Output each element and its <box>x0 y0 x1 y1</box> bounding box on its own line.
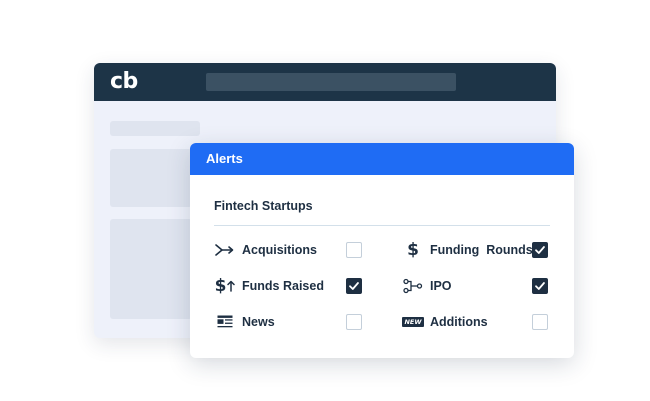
news-checkbox[interactable] <box>346 314 362 330</box>
alert-item-acquisitions: Acquisitions <box>214 240 384 260</box>
dollar-up-arrow-icon: $ <box>214 276 236 296</box>
funds-raised-checkbox[interactable] <box>346 278 362 294</box>
newspaper-icon <box>214 312 236 332</box>
alert-item-news: News <box>214 312 384 332</box>
additions-checkbox[interactable] <box>532 314 548 330</box>
alert-item-label: IPO <box>430 279 452 293</box>
alert-item-label: News <box>242 315 275 329</box>
skeleton-block <box>110 219 192 319</box>
new-badge-icon: NEW <box>402 317 424 327</box>
skeleton-block <box>110 149 192 207</box>
dollar-icon: $ <box>407 240 419 260</box>
merge-arrow-icon <box>214 240 236 260</box>
alerts-header: Alerts <box>190 143 574 175</box>
alerts-panel: Alerts Fintech Startups Acquisitions $ F… <box>190 143 574 358</box>
funding-rounds-checkbox[interactable] <box>532 242 548 258</box>
alert-item-label: Funds Raised <box>242 279 324 293</box>
alert-item-label: Additions <box>430 315 488 329</box>
checkmark-icon <box>349 282 359 290</box>
alert-item-label: Acquisitions <box>242 243 318 257</box>
skeleton-line <box>110 121 200 136</box>
app-header: cb <box>94 63 556 101</box>
alert-item-label: Funding Rounds <box>430 243 533 257</box>
divider <box>214 225 550 226</box>
ipo-nodes-icon <box>402 276 424 296</box>
acquisitions-checkbox[interactable] <box>346 242 362 258</box>
section-title: Fintech Startups <box>214 199 313 213</box>
alerts-title: Alerts <box>206 151 243 166</box>
search-bar-placeholder[interactable] <box>206 73 456 91</box>
alert-item-ipo: IPO <box>402 276 572 296</box>
alert-item-additions: NEW Additions <box>402 312 572 332</box>
alert-item-funding-rounds: $ Funding Rounds <box>402 240 572 260</box>
alert-item-funds-raised: $ Funds Raised <box>214 276 384 296</box>
crunchbase-logo[interactable]: cb <box>110 68 138 96</box>
checkmark-icon <box>535 282 545 290</box>
checkmark-icon <box>535 246 545 254</box>
ipo-checkbox[interactable] <box>532 278 548 294</box>
